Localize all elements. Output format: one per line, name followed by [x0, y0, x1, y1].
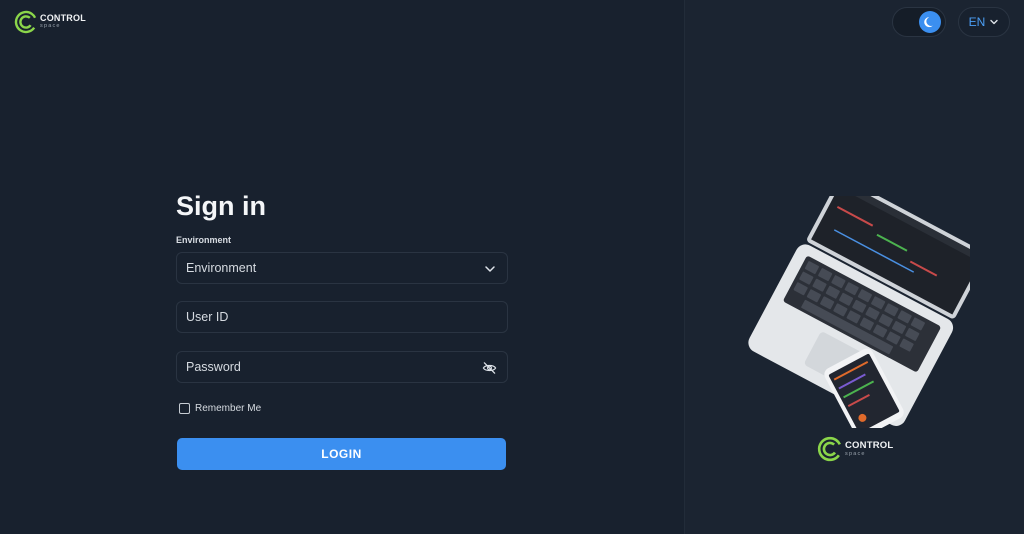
- login-button[interactable]: LOGIN: [177, 438, 506, 470]
- brand-name: CONTROL: [40, 13, 86, 24]
- theme-toggle[interactable]: [892, 7, 946, 37]
- eye-off-icon[interactable]: [482, 361, 497, 375]
- brand-subname: space: [40, 23, 61, 30]
- language-label: EN: [968, 15, 986, 29]
- password-placeholder: Password: [186, 360, 241, 374]
- password-field[interactable]: Password: [176, 351, 508, 383]
- page-title: Sign in: [176, 191, 266, 221]
- chevron-down-icon: [990, 19, 999, 25]
- remember-me[interactable]: Remember Me: [179, 403, 261, 414]
- brand-logo-secondary: CONTROL space: [817, 436, 893, 462]
- brand-logo[interactable]: CONTROL space: [14, 10, 86, 34]
- brand-logo-icon: [817, 436, 843, 462]
- language-selector[interactable]: EN: [958, 7, 1010, 37]
- user-id-placeholder: User ID: [186, 310, 229, 324]
- theme-toggle-knob: [919, 11, 941, 33]
- remember-me-checkbox[interactable]: [179, 403, 190, 414]
- brand-logo-icon: [14, 10, 38, 34]
- environment-label: Environment: [176, 235, 232, 245]
- environment-select[interactable]: Environment: [176, 252, 508, 284]
- remember-me-label: Remember Me: [195, 403, 262, 414]
- moon-icon: [924, 17, 933, 28]
- chevron-down-icon: [485, 266, 495, 272]
- environment-value: Environment: [186, 261, 257, 275]
- devices-illustration: [748, 196, 970, 428]
- brand-subname: space: [845, 450, 866, 457]
- user-id-field[interactable]: User ID: [176, 301, 508, 333]
- brand-name: CONTROL: [845, 440, 894, 451]
